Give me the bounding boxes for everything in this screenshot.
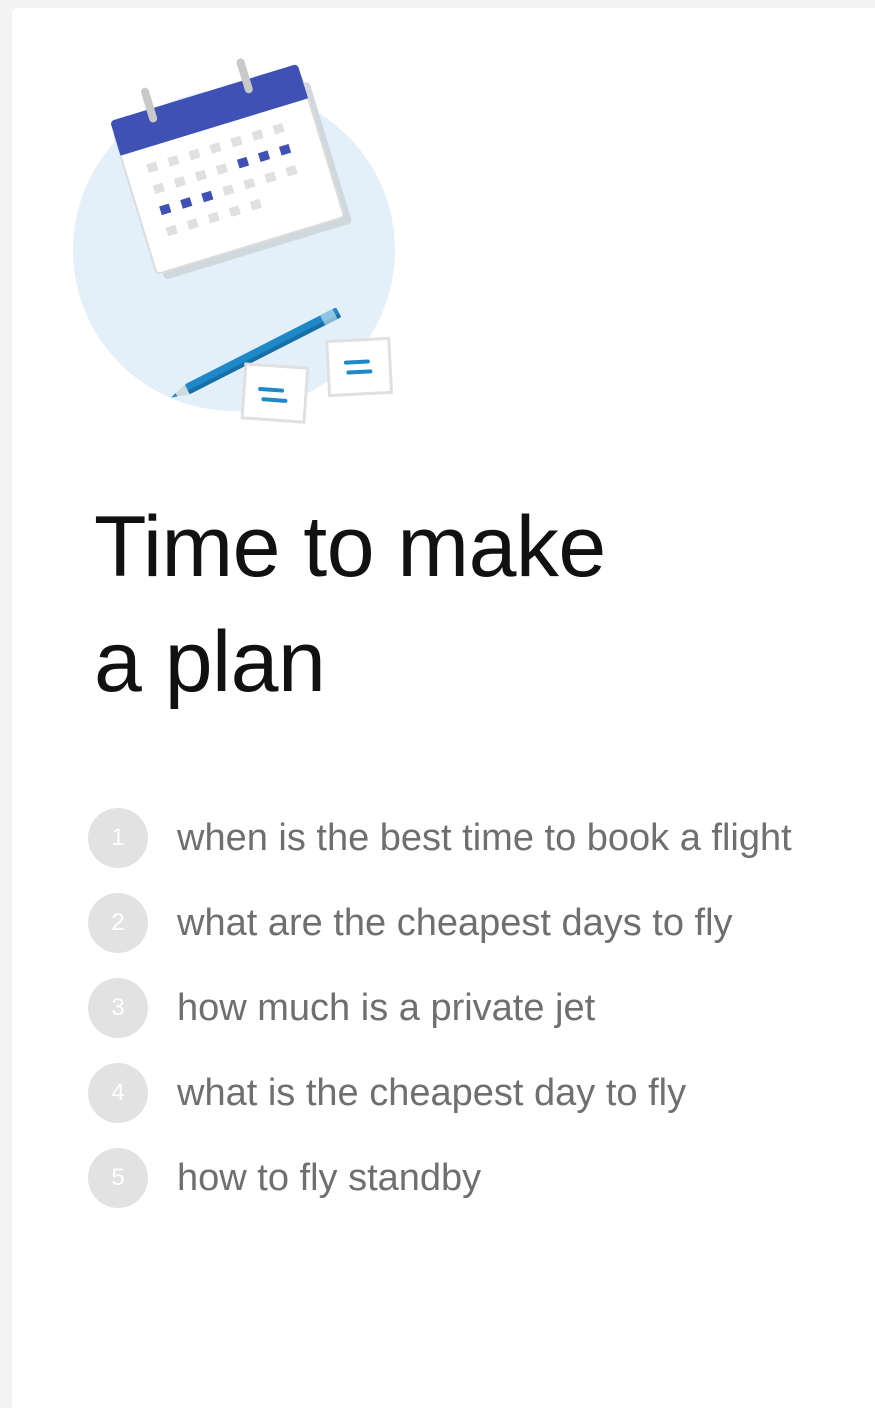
calendar-illustration <box>62 28 422 448</box>
list-item[interactable]: 3 how much is a private jet <box>88 978 792 1038</box>
title-line-2: a plan <box>94 614 326 710</box>
plan-card: Time to make a plan 1 when is the best t… <box>12 8 875 1408</box>
list-item[interactable]: 2 what are the cheapest days to fly <box>88 893 792 953</box>
note-icon <box>325 336 394 398</box>
number-badge: 4 <box>88 1063 148 1123</box>
number-badge: 2 <box>88 893 148 953</box>
list-item[interactable]: 5 how to fly standby <box>88 1148 792 1208</box>
list-item-label[interactable]: what is the cheapest day to fly <box>177 1072 686 1115</box>
title-line-1: Time to make <box>94 499 606 595</box>
note-icon <box>240 362 310 424</box>
number-badge: 1 <box>88 808 148 868</box>
page-title: Time to make a plan <box>94 490 794 720</box>
number-badge: 3 <box>88 978 148 1038</box>
list-item-label[interactable]: what are the cheapest days to fly <box>177 902 733 945</box>
suggestion-list: 1 when is the best time to book a flight… <box>88 808 792 1233</box>
list-item-label[interactable]: how much is a private jet <box>177 987 595 1030</box>
list-item[interactable]: 1 when is the best time to book a flight <box>88 808 792 868</box>
list-item-label[interactable]: how to fly standby <box>177 1157 481 1200</box>
list-item[interactable]: 4 what is the cheapest day to fly <box>88 1063 792 1123</box>
number-badge: 5 <box>88 1148 148 1208</box>
list-item-label[interactable]: when is the best time to book a flight <box>177 817 792 860</box>
